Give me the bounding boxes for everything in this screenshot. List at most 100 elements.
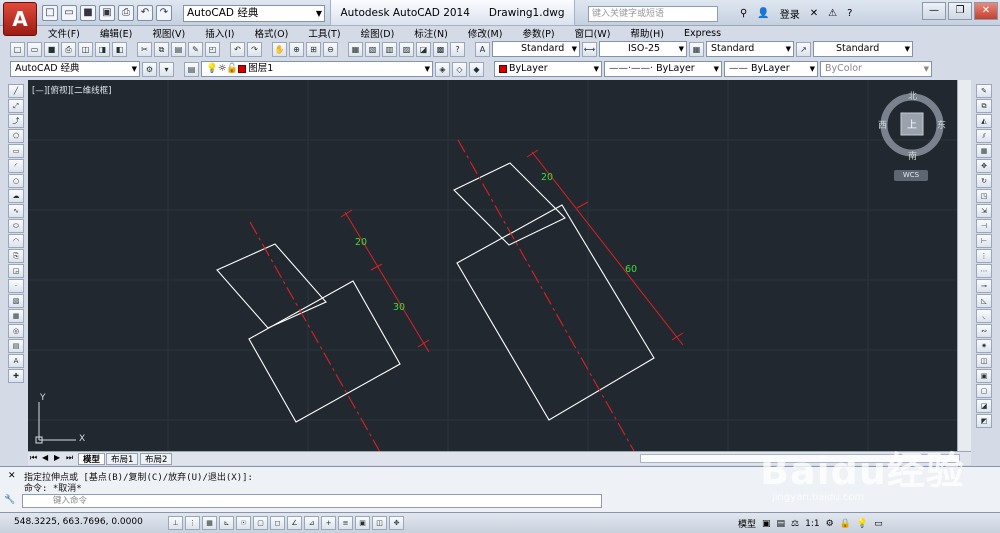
copy-icon[interactable]: ⧉	[154, 41, 169, 57]
group-edit-icon[interactable]: ◪	[976, 399, 992, 413]
publish-icon[interactable]: ◨	[95, 41, 110, 57]
dim-style-dropdown[interactable]: ISO-25 ▼	[599, 41, 687, 57]
compass-east[interactable]: 东	[937, 119, 946, 131]
lock-icon[interactable]: 🔒	[840, 519, 851, 529]
help-icon[interactable]: ?	[847, 8, 852, 19]
extend-icon[interactable]: ⊢	[976, 234, 992, 248]
region-icon[interactable]: ◎	[8, 324, 24, 338]
wrench-icon[interactable]: 🔧	[4, 495, 18, 507]
drawing-canvas[interactable]: [—][俯视][二维线框] 20 30 20 60 Y X 北 南 东 西 上 …	[28, 80, 971, 451]
tab-next-icon[interactable]: ▶	[54, 453, 60, 462]
make-block-icon[interactable]: ◲	[8, 264, 24, 278]
zoom-window-icon[interactable]: ⊞	[306, 41, 321, 57]
layer-dropdown[interactable]: 💡☼🔓 图层1 ▼	[201, 61, 433, 77]
selection-cycling-icon[interactable]: ✥	[389, 516, 404, 530]
add-selected-icon[interactable]: ✚	[8, 369, 24, 383]
quick-view-layouts-icon[interactable]: ▣	[762, 519, 771, 529]
polygon-icon[interactable]: ⬠	[8, 129, 24, 143]
compass-north[interactable]: 北	[908, 91, 917, 102]
markup-icon[interactable]: ◪	[416, 41, 431, 57]
object-snap-icon[interactable]: ▢	[253, 516, 268, 530]
make-current-icon[interactable]: ◈	[435, 61, 450, 77]
tab-first-icon[interactable]: ⏮	[30, 453, 37, 463]
search-input[interactable]: 键入关键字或短语	[588, 6, 718, 22]
zoom-previous-icon[interactable]: ⊖	[323, 41, 338, 57]
undo-icon[interactable]: ↶	[137, 5, 153, 21]
command-input[interactable]: 键入命令	[22, 494, 602, 508]
open-icon[interactable]: ▭	[27, 41, 42, 57]
minimize-button[interactable]: —	[922, 2, 946, 20]
grid-display-icon[interactable]: ▦	[202, 516, 217, 530]
layer-walk-icon[interactable]: ◩	[976, 414, 992, 428]
design-center-icon[interactable]: ▧	[365, 41, 380, 57]
workspace-dropdown[interactable]: AutoCAD 经典 ▼	[183, 5, 325, 22]
layer-properties-icon[interactable]: ▤	[184, 61, 199, 77]
menu-item-3[interactable]: 插入(I)	[203, 26, 236, 40]
hatch-icon[interactable]: ▧	[8, 294, 24, 308]
dynamic-input-icon[interactable]: +	[321, 516, 336, 530]
polar-tracking-icon[interactable]: ☉	[236, 516, 251, 530]
ellipse-arc-icon[interactable]: ◠	[8, 234, 24, 248]
alert-icon[interactable]: ⚠	[828, 8, 837, 19]
viewcube-face-top[interactable]: 上	[907, 119, 917, 131]
tab-model[interactable]: 模型	[78, 453, 106, 465]
plot-icon[interactable]: ⎙	[61, 41, 76, 57]
dim-large-top[interactable]: 20	[541, 172, 553, 183]
snap-mode-icon[interactable]: ⋮	[185, 516, 200, 530]
blend-icon[interactable]: ∾	[976, 324, 992, 338]
menu-item-9[interactable]: 参数(P)	[520, 26, 556, 40]
print-icon[interactable]: ⎙	[118, 5, 134, 21]
pan-icon[interactable]: ✋	[272, 41, 287, 57]
construction-line-icon[interactable]: ⤢	[8, 99, 24, 113]
application-menu-button[interactable]: A	[3, 2, 37, 36]
model-space-button[interactable]: 模型	[738, 517, 756, 530]
block-editor-icon[interactable]: ◰	[205, 41, 220, 57]
match-properties-icon[interactable]: ✎	[188, 41, 203, 57]
close-icon[interactable]: ✕	[8, 471, 16, 481]
explode-icon[interactable]: ✷	[976, 339, 992, 353]
point-icon[interactable]: ·	[8, 279, 24, 293]
saveas-icon[interactable]: ▣	[99, 5, 115, 21]
lineweight-dropdown[interactable]: —— ByLayer ▼	[724, 61, 818, 77]
exchange-icon[interactable]: ✕	[810, 8, 818, 19]
redo-icon[interactable]: ↷	[247, 41, 262, 57]
menu-item-6[interactable]: 绘图(D)	[359, 26, 397, 40]
quick-view-drawings-icon[interactable]: ▤	[777, 519, 786, 529]
save-icon[interactable]: ■	[80, 5, 96, 21]
object-snap-tracking-icon[interactable]: ∠	[287, 516, 302, 530]
save-icon[interactable]: ■	[44, 41, 59, 57]
scale-icon[interactable]: ◳	[976, 189, 992, 203]
dim-small-body[interactable]: 30	[393, 302, 405, 313]
new-icon[interactable]: □	[10, 41, 25, 57]
tool-palettes-icon[interactable]: ▥	[382, 41, 397, 57]
menu-item-0[interactable]: 文件(F)	[46, 26, 82, 40]
trim-icon[interactable]: ⊣	[976, 219, 992, 233]
isolate-objects-icon[interactable]: 💡	[857, 519, 868, 529]
properties-icon[interactable]: ▦	[348, 41, 363, 57]
mirror-icon[interactable]: ◭	[976, 114, 992, 128]
dim-style-icon[interactable]: ⟷	[582, 41, 597, 57]
annotation-scale-icon[interactable]: ⚖	[791, 519, 799, 529]
tab-layout1[interactable]: 布局1	[106, 453, 139, 465]
undo-icon[interactable]: ↶	[230, 41, 245, 57]
menu-item-8[interactable]: 修改(M)	[466, 26, 505, 40]
group-icon[interactable]: ▣	[976, 369, 992, 383]
text-style-dropdown[interactable]: Standard ▼	[492, 41, 580, 57]
chamfer-icon[interactable]: ◺	[976, 294, 992, 308]
transparency-icon[interactable]: ▣	[355, 516, 370, 530]
menu-item-2[interactable]: 视图(V)	[150, 26, 187, 40]
compass-south[interactable]: 南	[908, 150, 917, 162]
rotate-icon[interactable]: ↻	[976, 174, 992, 188]
paste-icon[interactable]: ▤	[171, 41, 186, 57]
tab-layout2[interactable]: 布局2	[140, 453, 173, 465]
open-icon[interactable]: ▭	[61, 5, 77, 21]
mtext-icon[interactable]: A	[8, 354, 24, 368]
color-dropdown[interactable]: ByLayer ▼	[494, 61, 602, 77]
polyline-icon[interactable]: ⤴	[8, 114, 24, 128]
dim-large-body[interactable]: 60	[625, 264, 637, 275]
user-icon[interactable]: 👤	[757, 8, 769, 19]
table-style-icon[interactable]: ▦	[689, 41, 704, 57]
zoom-realtime-icon[interactable]: ⊕	[289, 41, 304, 57]
maximize-button[interactable]: ❐	[948, 2, 972, 20]
binoculars-icon[interactable]: ⚲	[740, 8, 747, 19]
